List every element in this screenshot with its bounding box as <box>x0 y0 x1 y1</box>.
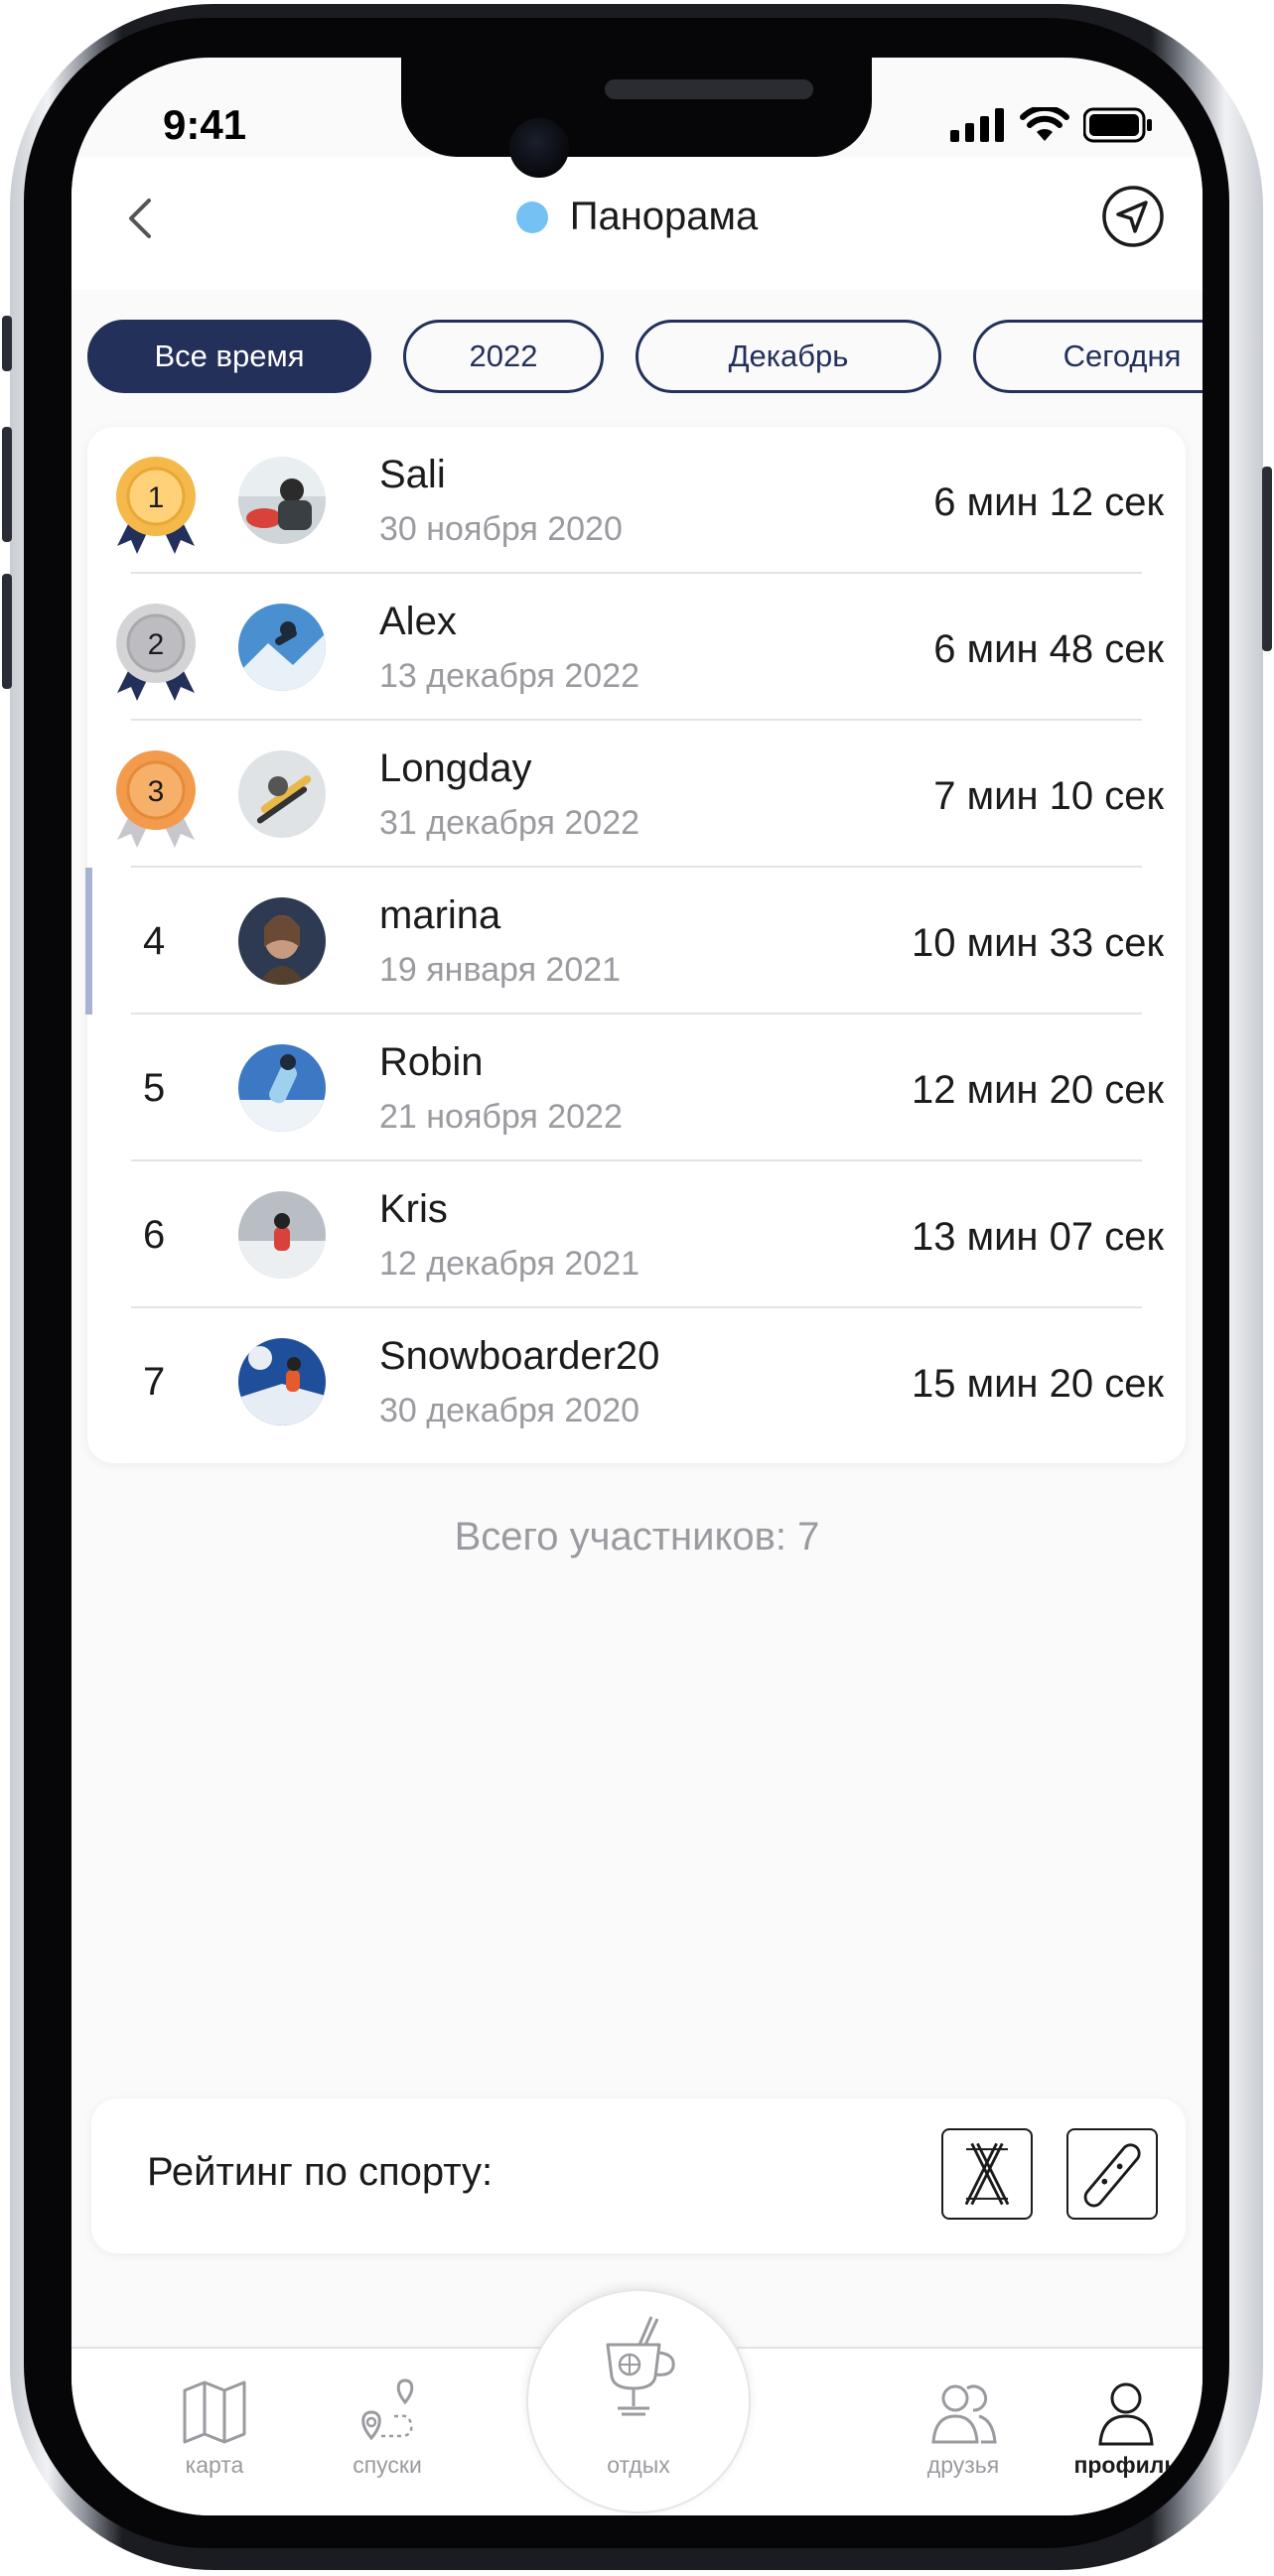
run-date: 13 декабря 2022 <box>379 657 640 695</box>
avatar <box>238 457 326 544</box>
leaderboard-row[interactable]: 3 Longday 31 декабря 2022 7 мин 10 сек <box>87 721 1186 868</box>
snowboard-filter-button[interactable] <box>1066 2128 1158 2220</box>
status-dot <box>515 201 548 233</box>
filter-2022[interactable]: 2022 <box>403 320 604 393</box>
filter-today[interactable]: Сегодня <box>973 320 1203 393</box>
notch <box>401 58 872 157</box>
friends-icon <box>931 2384 997 2444</box>
run-date: 19 января 2021 <box>379 951 622 989</box>
route-pin-icon <box>361 2378 414 2441</box>
title-group: Панорама <box>71 195 1203 239</box>
sport-rating-card: Рейтинг по спорту: <box>91 2099 1186 2253</box>
user-name: Longday <box>379 746 532 790</box>
tab-label: профиль <box>1073 2452 1179 2478</box>
tab-profile[interactable]: профиль <box>1047 2349 1203 2515</box>
tab-runs[interactable]: спуски <box>308 2349 467 2515</box>
ski-filter-button[interactable] <box>941 2128 1033 2220</box>
run-time: 13 мин 07 сек <box>911 1215 1164 1259</box>
mute-switch <box>2 316 12 371</box>
tab-friends[interactable]: друзья <box>884 2349 1043 2515</box>
volume-down-button <box>2 574 12 689</box>
leaderboard-row[interactable]: 7 Snowboarder20 30 декабря 2020 15 мин 2… <box>87 1308 1186 1455</box>
run-time: 6 мин 48 сек <box>933 627 1164 671</box>
leaderboard-row[interactable]: 5 Robin 21 ноября 2022 12 мин 20 сек <box>87 1015 1186 1161</box>
speaker <box>605 79 813 99</box>
avatar <box>238 1044 326 1132</box>
user-name: Kris <box>379 1187 448 1231</box>
filter-all-time[interactable]: Все время <box>87 320 371 393</box>
current-user-indicator <box>85 868 92 1015</box>
ski-icon <box>964 2142 1010 2206</box>
profile-icon <box>1098 2382 1154 2446</box>
run-time: 6 мин 12 сек <box>933 480 1164 524</box>
tab-label: спуски <box>353 2452 422 2478</box>
signal-icon <box>950 108 1004 142</box>
rank-number: 4 <box>143 919 166 963</box>
rank-label: 1 <box>148 481 165 514</box>
silver-medal-icon: 2 <box>116 604 196 701</box>
avatar <box>238 897 326 985</box>
filter-bar: Все время 2022 Декабрь Сегодня <box>71 306 1203 415</box>
battery-icon <box>1083 107 1152 143</box>
map-icon <box>183 2380 246 2444</box>
user-name: Snowboarder20 <box>379 1334 660 1378</box>
header: Панорама <box>71 157 1203 290</box>
gold-medal-icon: 1 <box>116 457 196 554</box>
sport-rating-label: Рейтинг по спорту: <box>147 2150 494 2194</box>
wifi-icon <box>1020 107 1069 141</box>
run-date: 31 декабря 2022 <box>379 804 640 842</box>
filter-december[interactable]: Декабрь <box>636 320 941 393</box>
tab-map[interactable]: карта <box>135 2349 294 2515</box>
leaderboard-row-current-user[interactable]: 4 marina 19 января 2021 10 мин 33 сек <box>85 868 1186 1015</box>
run-date: 30 ноября 2020 <box>379 510 623 548</box>
user-name: Robin <box>379 1040 484 1084</box>
camera <box>509 118 569 178</box>
leaderboard-card: 1 Sali 30 ноября 2020 6 мин 12 сек 2 Ale… <box>85 427 1186 1463</box>
status-time: 9:41 <box>163 101 247 148</box>
page-title: Панорама <box>569 195 759 238</box>
mulled-wine-icon <box>606 2316 675 2416</box>
avatar <box>238 604 326 691</box>
leaderboard-row[interactable]: 6 Kris 12 декабря 2021 13 мин 07 сек <box>87 1161 1186 1308</box>
screen: 9:41 Панорама Все время 2022 Декабрь Сег… <box>71 58 1203 2515</box>
rank-label: 2 <box>148 628 165 661</box>
leaderboard-row[interactable]: 1 Sali 30 ноября 2020 6 мин 12 сек <box>87 427 1186 574</box>
tab-label: отдых <box>607 2452 670 2478</box>
rank-number: 7 <box>143 1360 166 1404</box>
snowboard-icon <box>1083 2143 1141 2208</box>
run-time: 7 мин 10 сек <box>933 774 1164 818</box>
tab-rest[interactable]: отдых <box>526 2289 751 2513</box>
run-date: 30 декабря 2020 <box>379 1392 640 1429</box>
tab-label: карта <box>185 2452 244 2478</box>
run-date: 12 декабря 2021 <box>379 1245 640 1283</box>
user-name: Alex <box>379 600 457 643</box>
rank-label: 3 <box>148 775 165 808</box>
run-time: 15 мин 20 сек <box>911 1362 1164 1406</box>
avatar <box>238 1338 326 1425</box>
avatar <box>238 1191 326 1279</box>
user-name: Sali <box>379 453 446 496</box>
navigation-arrow-icon[interactable] <box>1101 185 1165 248</box>
volume-up-button <box>2 427 12 542</box>
leaderboard-row[interactable]: 2 Alex 13 декабря 2022 6 мин 48 сек <box>87 574 1186 721</box>
power-button <box>1262 467 1272 651</box>
run-time: 10 мин 33 сек <box>911 921 1164 965</box>
run-time: 12 мин 20 сек <box>911 1068 1164 1112</box>
bronze-medal-icon: 3 <box>116 750 196 848</box>
avatar <box>238 750 326 838</box>
rank-number: 5 <box>143 1066 166 1110</box>
rank-number: 6 <box>143 1213 166 1257</box>
total-participants: Всего участников: 7 <box>454 1515 820 1559</box>
run-date: 21 ноября 2022 <box>379 1098 623 1136</box>
status-icons <box>950 107 1153 143</box>
user-name: marina <box>379 893 501 937</box>
tab-label: друзья <box>926 2452 1000 2478</box>
